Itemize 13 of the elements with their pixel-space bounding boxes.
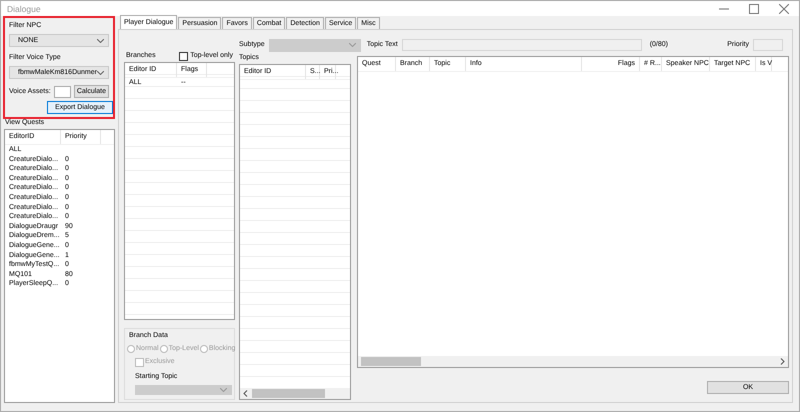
priority-field[interactable] [753,39,783,51]
maximize-icon[interactable] [749,4,759,14]
close-icon[interactable] [779,4,789,14]
window-title: Dialogue [7,4,41,14]
topic-text-field[interactable] [402,39,642,51]
scrollbar-thumb[interactable] [361,357,421,366]
voice-assets-field[interactable] [54,86,71,98]
scroll-left-icon[interactable] [243,390,249,397]
caret-icon[interactable] [97,70,104,74]
checkbox[interactable] [179,52,188,60]
scrollbar-thumb[interactable] [252,389,325,398]
scroll-right-icon[interactable] [779,358,785,365]
caret-icon[interactable] [97,38,104,42]
